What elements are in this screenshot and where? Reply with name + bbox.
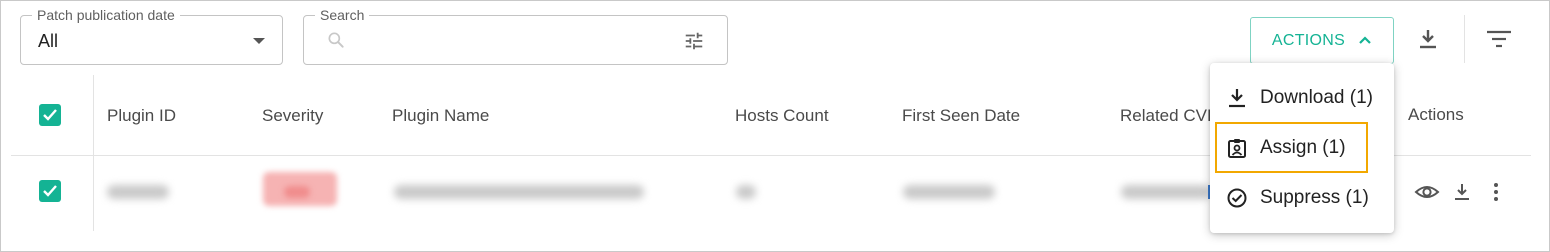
toolbar-divider bbox=[1464, 15, 1465, 63]
search-label: Search bbox=[315, 7, 370, 23]
download-icon bbox=[1227, 88, 1247, 108]
tune-icon[interactable] bbox=[683, 30, 705, 57]
table-panel: Patch publication date All Search ACTION… bbox=[0, 0, 1550, 252]
header-plugin-id[interactable]: Plugin ID bbox=[107, 106, 176, 126]
patch-date-value: All bbox=[38, 31, 59, 51]
row-download-icon[interactable] bbox=[1453, 182, 1471, 207]
check-icon bbox=[43, 185, 57, 197]
more-vert-icon[interactable] bbox=[1492, 182, 1500, 207]
header-severity[interactable]: Severity bbox=[262, 106, 323, 126]
view-icon[interactable] bbox=[1414, 182, 1440, 207]
column-divider bbox=[93, 75, 94, 231]
actions-button-label: ACTIONS bbox=[1271, 31, 1346, 49]
redacted-plugin-name bbox=[394, 185, 644, 199]
row-checkbox[interactable] bbox=[39, 180, 61, 202]
menu-item-download-label: Download (1) bbox=[1260, 87, 1373, 108]
redacted-plugin-id bbox=[107, 185, 169, 199]
actions-button[interactable]: ACTIONS bbox=[1250, 17, 1394, 64]
redacted-first-seen-date bbox=[903, 185, 995, 199]
check-icon bbox=[43, 109, 57, 121]
redacted-related-cve bbox=[1121, 185, 1211, 199]
redacted-hosts-count bbox=[736, 185, 756, 199]
header-plugin-name[interactable]: Plugin Name bbox=[392, 106, 489, 126]
patch-date-select[interactable]: Patch publication date All bbox=[20, 7, 283, 65]
redacted-severity-text bbox=[284, 186, 310, 198]
header-hosts-count[interactable]: Hosts Count bbox=[735, 106, 829, 126]
assign-highlight-box bbox=[1215, 122, 1368, 173]
check-circle-icon bbox=[1227, 188, 1247, 208]
search-icon bbox=[326, 30, 346, 55]
select-all-checkbox[interactable] bbox=[39, 104, 61, 126]
menu-item-download[interactable]: Download (1) bbox=[1210, 76, 1394, 120]
chevron-up-icon bbox=[1358, 32, 1372, 50]
header-first-seen-date[interactable]: First Seen Date bbox=[902, 106, 1020, 126]
search-field[interactable]: Search bbox=[303, 7, 728, 65]
filter-list-icon[interactable] bbox=[1486, 29, 1512, 54]
patch-date-label: Patch publication date bbox=[32, 7, 180, 23]
header-related-cve[interactable]: Related CVI bbox=[1120, 106, 1212, 126]
download-icon[interactable] bbox=[1416, 27, 1440, 58]
caret-down-icon bbox=[253, 38, 265, 44]
menu-item-suppress-label: Suppress (1) bbox=[1260, 187, 1369, 208]
menu-item-suppress[interactable]: Suppress (1) bbox=[1210, 176, 1394, 220]
header-actions: Actions bbox=[1408, 105, 1464, 124]
